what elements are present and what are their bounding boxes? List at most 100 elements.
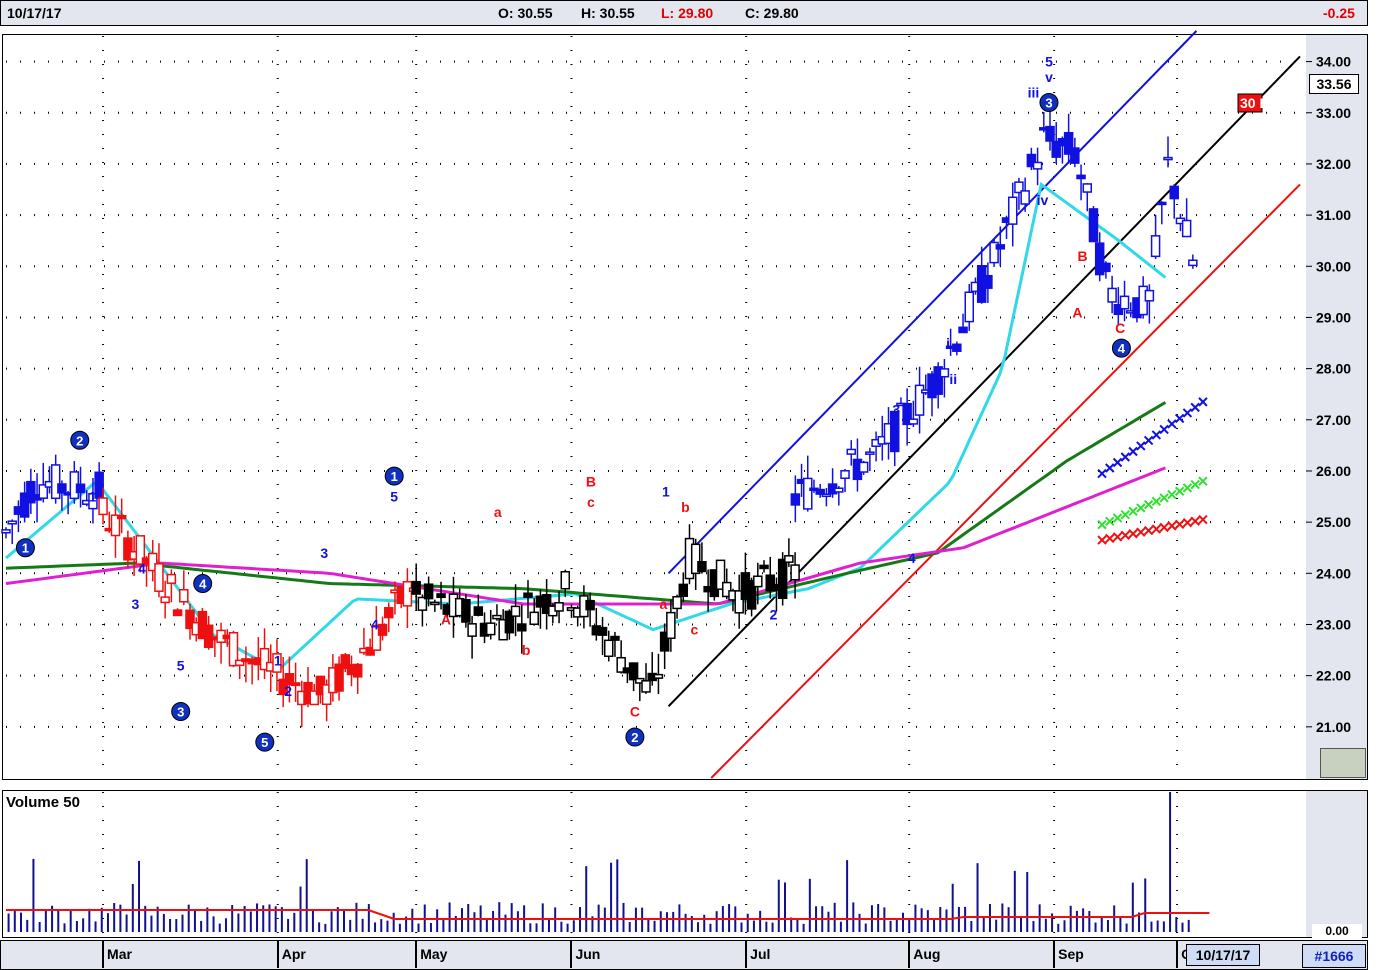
cross-marker-green (1190, 479, 1200, 490)
wave-label: i (946, 335, 950, 351)
wave-label: ii (949, 371, 957, 387)
cross-marker-green (1174, 486, 1185, 496)
candle-body (352, 663, 363, 678)
candle-body (1088, 208, 1099, 243)
wave-label: 5 (390, 489, 398, 505)
candle-body (784, 555, 794, 563)
y-tick-label: 28.00 (1316, 361, 1351, 377)
cross-marker-blue (1198, 397, 1208, 407)
y-tick-label: 33.00 (1316, 105, 1351, 121)
candle-body (1150, 235, 1161, 258)
candle-body (485, 622, 496, 636)
month-label: May (420, 946, 448, 962)
candle-body (290, 682, 301, 687)
y-tick-label: 24.00 (1316, 565, 1351, 581)
current-date-box: 10/17/17 (1186, 944, 1260, 966)
candle-body (57, 483, 67, 494)
cross-marker-green (1167, 489, 1177, 500)
month-label: Aug (913, 946, 941, 962)
cross-marker-red (1151, 524, 1162, 534)
wave-label: 1 (89, 489, 97, 505)
month-tick (1176, 940, 1179, 968)
candle-body (384, 607, 394, 619)
cross-marker-red (1182, 518, 1193, 528)
candle-body (585, 599, 595, 611)
cross-marker-blue (1112, 457, 1123, 468)
month-label: Jun (575, 946, 601, 962)
cross-marker-blue (1143, 435, 1154, 446)
time-axis (0, 940, 1368, 970)
month-tick (908, 940, 911, 968)
chart-style-icon[interactable] (1320, 748, 1366, 778)
candle-body (834, 487, 844, 493)
candle-body (597, 626, 608, 636)
wave-label: 1 (274, 652, 282, 668)
cross-marker-blue (1136, 441, 1146, 451)
candle-body (1076, 174, 1086, 180)
candle-body (815, 488, 825, 495)
cross-marker-blue (1159, 424, 1169, 435)
candle-body (672, 596, 682, 610)
candle-body (436, 593, 446, 599)
cross-marker-green (1198, 476, 1208, 486)
candle-body (160, 596, 170, 604)
wave-label: B (586, 473, 596, 489)
y-tick-label: 30.00 (1316, 258, 1351, 274)
cross-marker-red (1097, 535, 1107, 545)
wave-label: 4 (138, 560, 146, 576)
candle-body (821, 493, 832, 498)
cross-marker-blue (1182, 408, 1193, 418)
cross-marker-green (1128, 506, 1138, 517)
candle-body (790, 564, 800, 581)
candle-body (1007, 196, 1018, 225)
candle-body (759, 564, 769, 570)
candle-body (510, 605, 521, 617)
candle-body (846, 448, 856, 455)
cross-marker-red (1190, 516, 1200, 526)
candle-body (7, 520, 17, 525)
month-tick (1053, 940, 1056, 968)
cross-marker-green (1097, 519, 1107, 530)
candle-body (417, 596, 428, 611)
cross-marker-red (1167, 521, 1177, 531)
cross-marker-blue (1120, 452, 1131, 462)
candle-body (172, 609, 183, 617)
candle-body (517, 623, 527, 632)
channel-line-middle (667, 55, 1301, 708)
price-chart[interactable]: 34.0033.0032.0031.0030.0029.0028.0027.00… (0, 0, 1400, 970)
candle-body (1082, 183, 1093, 193)
candle-body (1045, 125, 1055, 142)
candle-body (610, 635, 620, 641)
y-tick-label: 25.00 (1316, 514, 1351, 530)
cross-marker-blue (1174, 413, 1185, 424)
wave-label: 1 (662, 484, 670, 500)
wave-label: 2 (631, 730, 638, 745)
candle-body (1163, 156, 1173, 161)
cross-marker-red (1143, 525, 1154, 536)
month-label: Apr (281, 946, 306, 962)
candle-body (678, 583, 689, 597)
month-tick (745, 940, 748, 968)
candle-body (958, 326, 968, 334)
candle-body (523, 592, 533, 598)
wave-label: 4 (908, 550, 916, 566)
wave-label: A (1072, 304, 1082, 320)
candle-body (1070, 147, 1080, 164)
cross-marker-red (1112, 532, 1123, 542)
candle-body (423, 583, 434, 600)
cross-marker-green (1159, 493, 1169, 503)
cross-marker-red (1128, 529, 1138, 539)
cross-marker-blue (1190, 402, 1200, 413)
wave-label: 4 (371, 617, 379, 633)
wave-label: 4 (199, 577, 207, 592)
candle-body (1032, 161, 1043, 170)
candle-body (697, 560, 707, 573)
month-label: Jul (750, 946, 771, 962)
chart-id-badge[interactable]: #1666 (1302, 944, 1366, 968)
y-tick-label: 26.00 (1316, 463, 1351, 479)
cross-marker-green (1151, 496, 1162, 506)
last-price-box: 33.56 (1309, 74, 1359, 94)
candle-body (1107, 287, 1117, 303)
wave-label: 2 (76, 433, 83, 448)
candle-body (803, 477, 813, 510)
